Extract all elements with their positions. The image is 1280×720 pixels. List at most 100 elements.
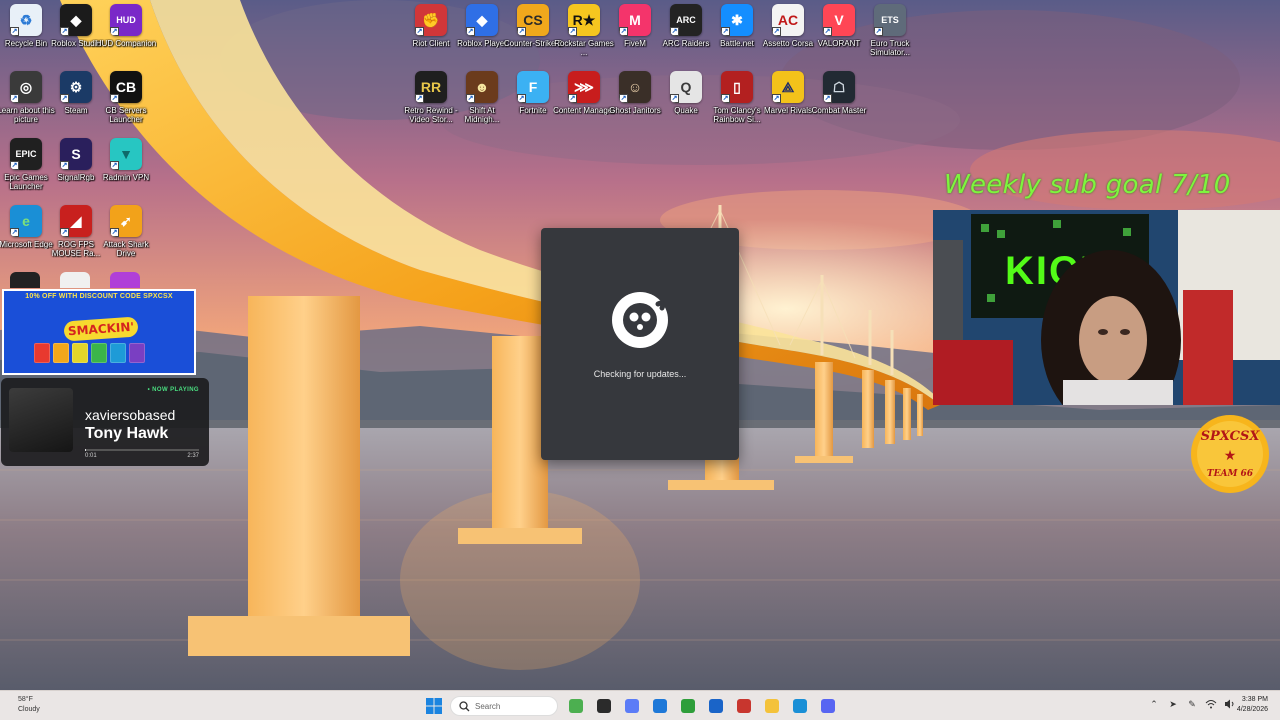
taskbar-app-task-view[interactable] <box>594 696 614 716</box>
ghost-janitors-icon: ☺ ↗ <box>619 71 651 103</box>
quake-icon: Q ↗ <box>670 71 702 103</box>
desktop-icon-euro-truck-simulator[interactable]: ETS ↗ Euro Truck Simulator... <box>859 4 921 68</box>
taskbar: 58°F Cloudy Search ⌃ ➤ ✎ 3:38 PM 4/28/20… <box>0 690 1280 720</box>
shortcut-arrow-icon: ↗ <box>619 27 628 36</box>
shift-at-midnight-icon: ☻ ↗ <box>466 71 498 103</box>
desktop-icon-partial-1[interactable] <box>10 272 40 288</box>
valorant-icon: V ↗ <box>823 4 855 36</box>
desktop-icon-label: HUD Companion <box>95 39 157 48</box>
copilot-icon <box>625 699 639 713</box>
shortcut-arrow-icon: ↗ <box>110 27 119 36</box>
shortcut-arrow-icon: ↗ <box>568 27 577 36</box>
promo-discount-text: 10% OFF WITH DISCOUNT CODE SPXCSX <box>25 293 173 300</box>
clock-date: 4/28/2026 <box>1236 706 1268 713</box>
promo-product-packs <box>34 343 145 363</box>
taskbar-app-xbox[interactable] <box>678 696 698 716</box>
shortcut-arrow-icon: ↗ <box>619 94 628 103</box>
taskbar-app-file-explorer[interactable] <box>762 696 782 716</box>
promo-pack <box>91 343 107 363</box>
outlook-icon <box>709 699 723 713</box>
taskbar-search-box[interactable]: Search <box>450 696 558 716</box>
signalrgb-icon: S ↗ <box>60 138 92 170</box>
weather-widget[interactable]: 58°F Cloudy <box>18 695 40 715</box>
rockstar-games-icon: R★ ↗ <box>568 4 600 36</box>
desktop-icon-cb-servers-launcher[interactable]: CB ↗ CB Servers Launcher <box>95 71 157 135</box>
shortcut-arrow-icon: ↗ <box>10 94 19 103</box>
shortcut-arrow-icon: ↗ <box>110 94 119 103</box>
webcam-overlay: KICK <box>933 210 1280 405</box>
desktop-icon-partial-2[interactable] <box>60 272 90 288</box>
update-checker-dialog: Checking for updates... <box>541 228 739 460</box>
shortcut-arrow-icon: ↗ <box>670 27 679 36</box>
steam-icon: ⚙ ↗ <box>60 71 92 103</box>
taskbar-app-copilot[interactable] <box>622 696 642 716</box>
taskbar-app-discord[interactable] <box>818 696 838 716</box>
shortcut-arrow-icon: ↗ <box>721 94 730 103</box>
shortcut-arrow-icon: ↗ <box>10 228 19 237</box>
taskbar-app-store[interactable] <box>650 696 670 716</box>
shortcut-arrow-icon: ↗ <box>466 94 475 103</box>
shortcut-arrow-icon: ↗ <box>823 27 832 36</box>
desktop-icon-label: Attack Shark Drive <box>103 240 149 258</box>
album-art <box>9 388 73 452</box>
taskbar-app-widgets[interactable] <box>566 696 586 716</box>
track-elapsed-time: 0:01 <box>85 453 97 459</box>
desktop-icon-hud-companion[interactable]: HUD ↗ HUD Companion <box>95 4 157 68</box>
rog-fps-icon: ◢ ↗ <box>60 205 92 237</box>
taskbar-app-outlook[interactable] <box>706 696 726 716</box>
marvel-rivals-icon: ⟁ ↗ <box>772 71 804 103</box>
search-icon <box>459 701 470 712</box>
now-playing-widget: • NOW PLAYING xaviersobased Tony Hawk 0:… <box>1 378 209 466</box>
desktop-icon-label: Radmin VPN <box>102 173 150 182</box>
euro-truck-simulator-icon: ETS ↗ <box>874 4 906 36</box>
cb-servers-launcher-icon: CB ↗ <box>110 71 142 103</box>
taskbar-app-edge[interactable] <box>790 696 810 716</box>
shortcut-arrow-icon: ↗ <box>10 27 19 36</box>
shortcut-arrow-icon: ↗ <box>721 27 730 36</box>
counter-strike-2-icon: CS ↗ <box>517 4 549 36</box>
track-progress-fill <box>85 449 86 451</box>
file-explorer-icon <box>765 699 779 713</box>
desktop-icon-label: CB Servers Launcher <box>105 106 147 124</box>
game-app-icon <box>737 699 751 713</box>
send-icon[interactable]: ➤ <box>1167 698 1179 710</box>
shortcut-arrow-icon: ↗ <box>568 94 577 103</box>
combat-master-icon: ☖ ↗ <box>823 71 855 103</box>
shortcut-arrow-icon: ↗ <box>670 94 679 103</box>
chevron-up-icon[interactable]: ⌃ <box>1148 698 1160 710</box>
roblox-player-icon: ◆ ↗ <box>466 4 498 36</box>
track-artist: xaviersobased <box>85 407 176 423</box>
taskbar-app-game-app[interactable] <box>734 696 754 716</box>
shortcut-arrow-icon: ↗ <box>823 94 832 103</box>
pen-icon[interactable]: ✎ <box>1186 698 1198 710</box>
desktop-icon-label: Euro Truck Simulator... <box>869 39 910 57</box>
edge-icon <box>793 699 807 713</box>
windows-start-icon[interactable] <box>426 698 442 714</box>
roblox-studio-icon: ◆ ↗ <box>60 4 92 36</box>
epic-games-launcher-icon: EPIC ↗ <box>10 138 42 170</box>
shortcut-arrow-icon: ↗ <box>110 228 119 237</box>
widgets-icon <box>569 699 583 713</box>
desktop-icon-combat-master[interactable]: ☖ ↗ Combat Master <box>808 71 870 135</box>
discord-icon <box>821 699 835 713</box>
promo-pack <box>129 343 145 363</box>
update-status-text: Checking for updates... <box>593 369 687 379</box>
taskbar-clock[interactable]: 3:38 PM 4/28/2026 <box>1226 695 1268 715</box>
retro-rewind-icon: RR ↗ <box>415 71 447 103</box>
sponsor-promo-banner: 10% OFF WITH DISCOUNT CODE SPXCSX SMACKI… <box>2 289 196 375</box>
sub-goal-overlay: Weekly sub goal 7/10 <box>944 170 1231 200</box>
riot-client-icon: ✊ ↗ <box>415 4 447 36</box>
shortcut-arrow-icon: ↗ <box>772 27 781 36</box>
rainbow-six-icon: ▯ ↗ <box>721 71 753 103</box>
track-duration: 2:37 <box>187 453 199 459</box>
desktop-icon-partial-3[interactable] <box>110 272 140 288</box>
desktop-icon-attack-shark[interactable]: ➹ ↗ Attack Shark Drive <box>95 205 157 269</box>
radmin-vpn-icon: ▼ ↗ <box>110 138 142 170</box>
shortcut-arrow-icon: ↗ <box>60 161 69 170</box>
shortcut-arrow-icon: ↗ <box>10 161 19 170</box>
desktop-icon-radmin-vpn[interactable]: ▼ ↗ Radmin VPN <box>95 138 157 202</box>
wifi-icon[interactable] <box>1205 698 1217 710</box>
learn-about-picture-icon: ◎ ↗ <box>10 71 42 103</box>
promo-brand-logo: SMACKIN' <box>63 316 139 342</box>
shortcut-arrow-icon: ↗ <box>466 27 475 36</box>
